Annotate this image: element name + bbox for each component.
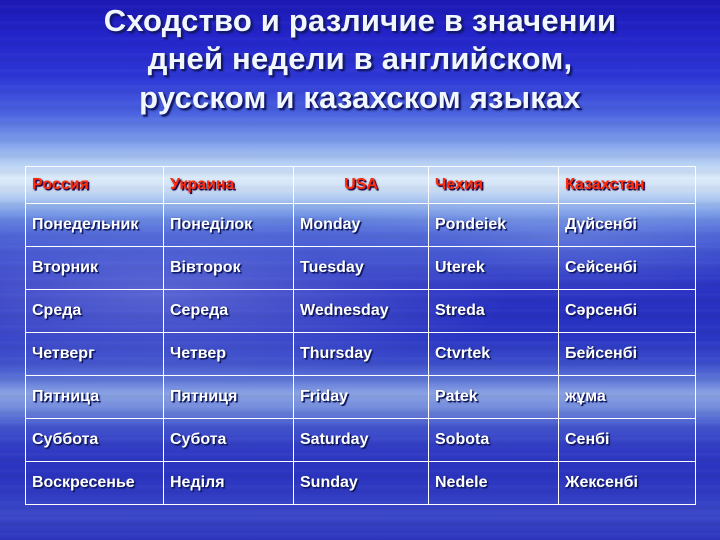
cell-english-monday: Monday [293,203,429,247]
column-header-czechia: Чехия [428,166,559,204]
table-row: Понедельник Понеділок Monday Pondeiek Дү… [25,203,696,247]
cell-czech-friday: Patek [428,375,559,419]
cell-ukrainian-sunday: Неділя [163,461,294,505]
cell-kazakh-monday: Дүйсенбі [558,203,696,247]
cell-kazakh-friday: жұма [558,375,696,419]
cell-czech-wednesday: Streda [428,289,559,333]
cell-czech-thursday: Ctvrtek [428,332,559,376]
cell-czech-saturday: Sobota [428,418,559,462]
cell-english-sunday: Sunday [293,461,429,505]
table-row: Пятница Пятниця Friday Patek жұма [25,375,696,419]
cell-kazakh-tuesday: Сейсенбі [558,246,696,290]
cell-czech-sunday: Nedele [428,461,559,505]
table-row: Воскресенье Неділя Sunday Nedele Жексенб… [25,461,696,505]
cell-kazakh-wednesday: Сәрсенбі [558,289,696,333]
cell-russian-monday: Понедельник [25,203,164,247]
column-header-kazakhstan: Казахстан [558,166,696,204]
table-header-row: Россия Украина USA Чехия Казахстан [25,166,696,204]
cell-czech-tuesday: Uterek [428,246,559,290]
column-header-ukraine: Украина [163,166,294,204]
table-row: Суббота Субота Saturday Sobota Сенбі [25,418,696,462]
cell-kazakh-sunday: Жексенбі [558,461,696,505]
cell-english-wednesday: Wednesday [293,289,429,333]
cell-russian-tuesday: Вторник [25,246,164,290]
cell-ukrainian-tuesday: Вівторок [163,246,294,290]
slide-title: Сходство и различие в значении дней неде… [103,3,617,115]
cell-ukrainian-friday: Пятниця [163,375,294,419]
cell-english-saturday: Saturday [293,418,429,462]
cell-english-friday: Friday [293,375,429,419]
table-row: Вторник Вівторок Tuesday Uterek Сейсенбі [25,246,696,290]
cell-czech-monday: Pondeiek [428,203,559,247]
cell-ukrainian-wednesday: Середа [163,289,294,333]
table-row: Четверг Четвер Thursday Ctvrtek Бейсенбі [25,332,696,376]
table-row: Среда Середа Wednesday Streda Сәрсенбі [25,289,696,333]
cell-russian-wednesday: Среда [25,289,164,333]
cell-russian-saturday: Суббота [25,418,164,462]
weekday-comparison-table: Россия Украина USA Чехия Казахстан Понед… [25,166,696,505]
cell-ukrainian-monday: Понеділок [163,203,294,247]
cell-kazakh-saturday: Сенбі [558,418,696,462]
cell-ukrainian-thursday: Четвер [163,332,294,376]
cell-russian-sunday: Воскресенье [25,461,164,505]
column-header-usa: USA [293,166,429,204]
cell-english-tuesday: Tuesday [293,246,429,290]
cell-russian-friday: Пятница [25,375,164,419]
cell-russian-thursday: Четверг [25,332,164,376]
column-header-russia: Россия [25,166,164,204]
cell-ukrainian-saturday: Субота [163,418,294,462]
cell-kazakh-thursday: Бейсенбі [558,332,696,376]
cell-english-thursday: Thursday [293,332,429,376]
